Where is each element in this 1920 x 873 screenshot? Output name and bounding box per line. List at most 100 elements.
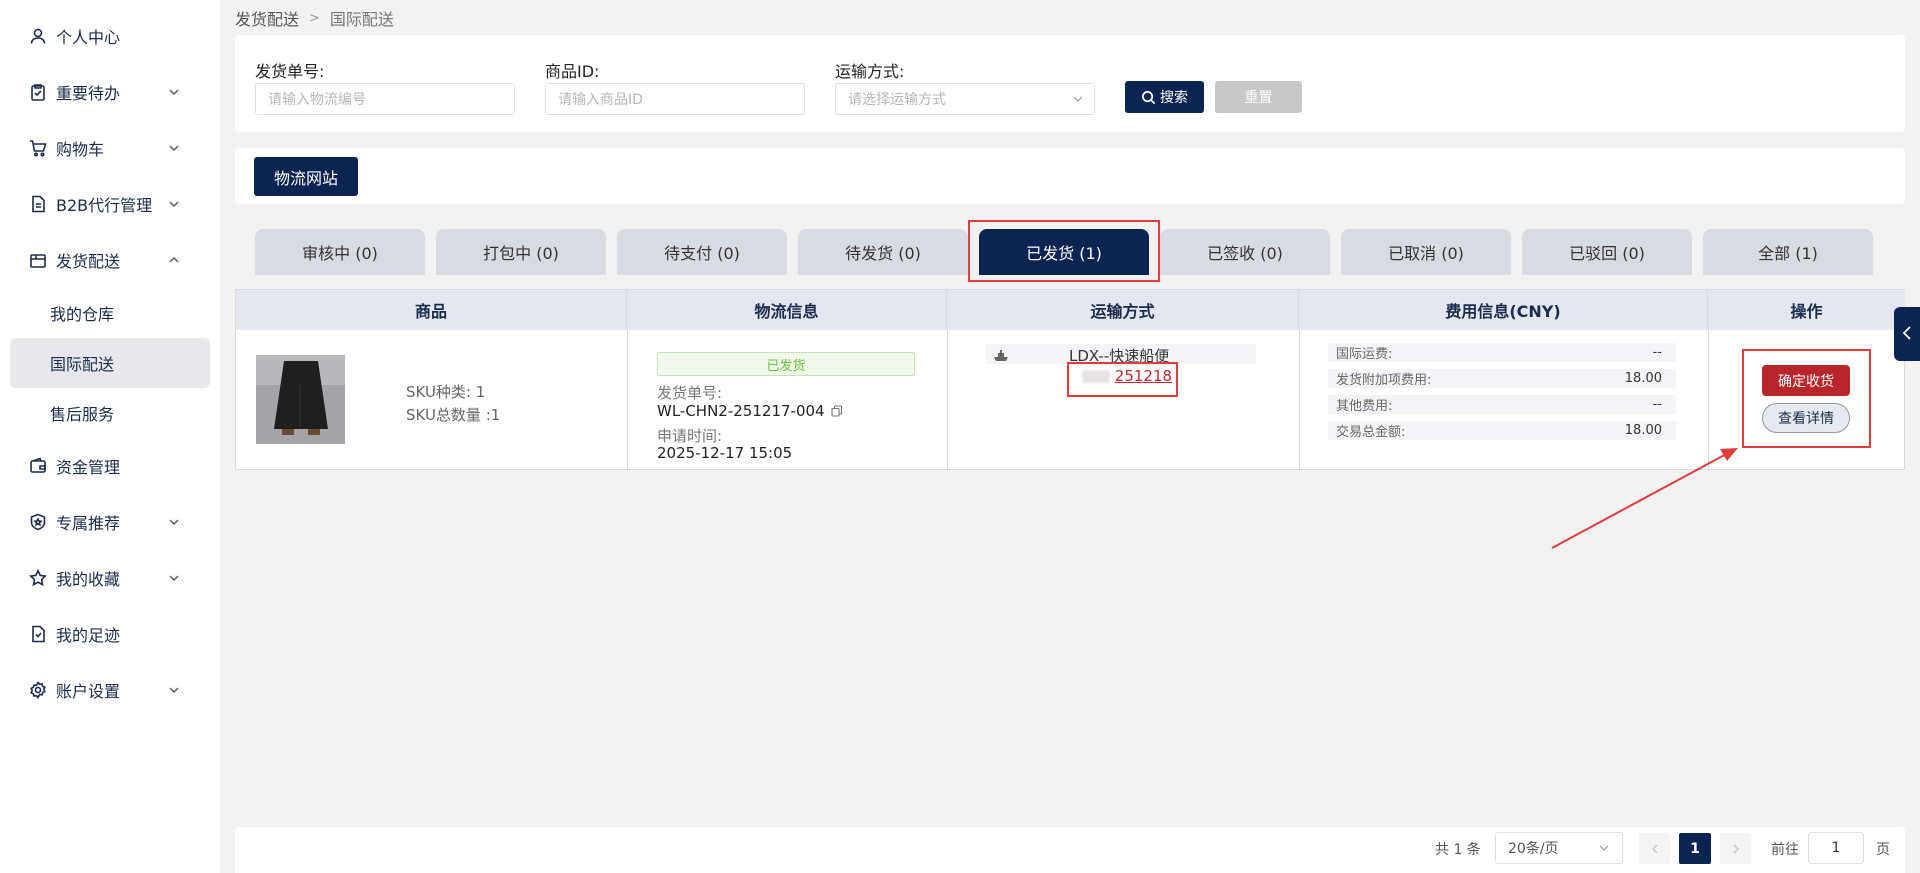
fee-label: 发货附加项费用: [1336, 373, 1432, 388]
sidebar-item-b2b[interactable]: B2B代行管理 [28, 184, 196, 224]
shipment-no-input[interactable]: 请输入物流编号 [255, 83, 515, 115]
next-page-button[interactable] [1720, 833, 1751, 864]
sidebar-item-label: 账户设置 [56, 682, 121, 701]
shipment-no-text: WL-CHN2-251217-004 [657, 402, 825, 420]
sidebar-item-label: 资金管理 [56, 458, 121, 477]
chevron-right-icon [1731, 839, 1741, 858]
sidebar-item-personal-center[interactable]: 个人中心 [28, 16, 196, 56]
tab-reviewing[interactable]: 审核中 (0) [255, 229, 425, 275]
tab-signed[interactable]: 已签收 (0) [1160, 229, 1330, 275]
chevron-left-icon [1901, 325, 1913, 344]
fee-value: -- [1652, 345, 1662, 360]
goto-page-input[interactable]: 1 [1808, 832, 1864, 864]
prev-page-button[interactable] [1639, 833, 1670, 864]
highlight-box-actions [1742, 349, 1871, 448]
chevron-down-icon [164, 194, 184, 214]
fee-value: 18.00 [1624, 423, 1662, 438]
search-button[interactable]: 搜索 [1125, 81, 1204, 113]
box-icon [28, 250, 48, 270]
fee-row-intl-freight: 国际运费: -- [1328, 343, 1676, 362]
sidebar-item-label: 我的足迹 [56, 626, 121, 645]
fee-label: 交易总金额: [1336, 425, 1406, 440]
tab-pending-payment[interactable]: 待支付 (0) [617, 229, 787, 275]
sidebar: 个人中心 重要待办 购物车 B2B代行管理 发货配送 我的仓库 国际配送 售后服… [0, 0, 220, 873]
side-panel-toggle[interactable] [1894, 307, 1920, 361]
th-product: 商品 [236, 290, 627, 330]
transport-select[interactable]: 请选择运输方式 [835, 83, 1095, 115]
page-size-value: 20条/页 [1508, 841, 1559, 857]
annotation-arrow [1551, 448, 1738, 549]
gear-icon [28, 680, 48, 700]
document-icon [28, 194, 48, 214]
th-fees: 费用信息(CNY) [1299, 290, 1708, 330]
fee-label: 其他费用: [1336, 399, 1393, 414]
sidebar-item-footprint[interactable]: 我的足迹 [28, 614, 196, 654]
sidebar-item-label: B2B代行管理 [56, 196, 153, 215]
fee-row-other: 其他费用: -- [1328, 395, 1676, 414]
th-logistics: 物流信息 [627, 290, 947, 330]
fee-row-addon: 发货附加项费用: 18.00 [1328, 369, 1676, 388]
sidebar-item-favorites[interactable]: 我的收藏 [28, 558, 196, 598]
sidebar-sub-after-sales[interactable]: 售后服务 [10, 388, 210, 438]
sku-total: SKU总数量 :1 [406, 406, 501, 424]
chevron-down-icon [1598, 842, 1610, 858]
highlight-box-tab [968, 220, 1160, 282]
sidebar-sub-international[interactable]: 国际配送 [10, 338, 210, 388]
goto-label: 前往 [1771, 842, 1799, 858]
transport-select-placeholder: 请选择运输方式 [848, 92, 946, 108]
product-id-input[interactable]: 请输入商品ID [545, 83, 805, 115]
tab-pending-shipment[interactable]: 待发货 (0) [798, 229, 968, 275]
search-button-label: 搜索 [1160, 90, 1188, 106]
breadcrumb: 发货配送 > 国际配送 [235, 6, 394, 30]
apply-time-caption: 申请时间: [657, 427, 723, 445]
tab-all[interactable]: 全部 (1) [1703, 229, 1873, 275]
chevron-down-icon [164, 568, 184, 588]
cart-icon [28, 138, 48, 158]
sidebar-item-label: 个人中心 [56, 28, 121, 47]
star-icon [28, 568, 48, 588]
shield-star-icon [28, 512, 48, 532]
page-unit-label: 页 [1876, 842, 1890, 858]
fee-row-total: 交易总金额: 18.00 [1328, 421, 1676, 440]
chevron-down-icon [1072, 93, 1084, 109]
apply-time-value: 2025-12-17 15:05 [657, 444, 793, 462]
sidebar-sub-label: 我的仓库 [50, 305, 115, 324]
user-icon [28, 26, 48, 46]
reset-button[interactable]: 重置 [1215, 81, 1302, 113]
th-actions: 操作 [1708, 290, 1905, 330]
chevron-up-icon [164, 250, 184, 270]
tab-packing[interactable]: 打包中 (0) [436, 229, 606, 275]
clipboard-check-icon [28, 82, 48, 102]
breadcrumb-current: 国际配送 [329, 10, 394, 29]
shipment-no-label: 发货单号: [255, 62, 325, 81]
page-1-button[interactable]: 1 [1679, 833, 1711, 864]
sidebar-item-label: 我的收藏 [56, 570, 121, 589]
wallet-icon [28, 456, 48, 476]
ship-icon [993, 347, 1009, 366]
tab-cancelled[interactable]: 已取消 (0) [1341, 229, 1511, 275]
logistics-site-button[interactable]: 物流网站 [254, 157, 358, 196]
sidebar-sub-warehouse[interactable]: 我的仓库 [10, 288, 210, 338]
column-divider [947, 330, 948, 470]
sidebar-item-todo[interactable]: 重要待办 [28, 72, 196, 112]
sidebar-item-recommend[interactable]: 专属推荐 [28, 502, 196, 542]
footprint-icon [28, 624, 48, 644]
tab-rejected[interactable]: 已驳回 (0) [1522, 229, 1692, 275]
shipment-no-value: WL-CHN2-251217-004 [657, 402, 843, 421]
transport-label: 运输方式: [835, 62, 905, 81]
logistics-site-panel [235, 148, 1905, 204]
sidebar-item-shipping[interactable]: 发货配送 [28, 240, 196, 280]
sidebar-item-label: 重要待办 [56, 84, 121, 103]
copy-icon[interactable] [831, 403, 843, 421]
th-transport: 运输方式 [947, 290, 1299, 330]
page-size-select[interactable]: 20条/页 [1495, 832, 1623, 864]
product-thumbnail[interactable] [256, 355, 345, 444]
shipment-no-caption: 发货单号: [657, 384, 723, 402]
sidebar-item-account-settings[interactable]: 账户设置 [28, 670, 196, 710]
chevron-down-icon [164, 138, 184, 158]
chevron-down-icon [164, 512, 184, 532]
highlight-box-tracking [1067, 362, 1178, 397]
sidebar-item-funds[interactable]: 资金管理 [28, 446, 196, 486]
breadcrumb-parent[interactable]: 发货配送 [235, 6, 299, 30]
sidebar-item-cart[interactable]: 购物车 [28, 128, 196, 168]
